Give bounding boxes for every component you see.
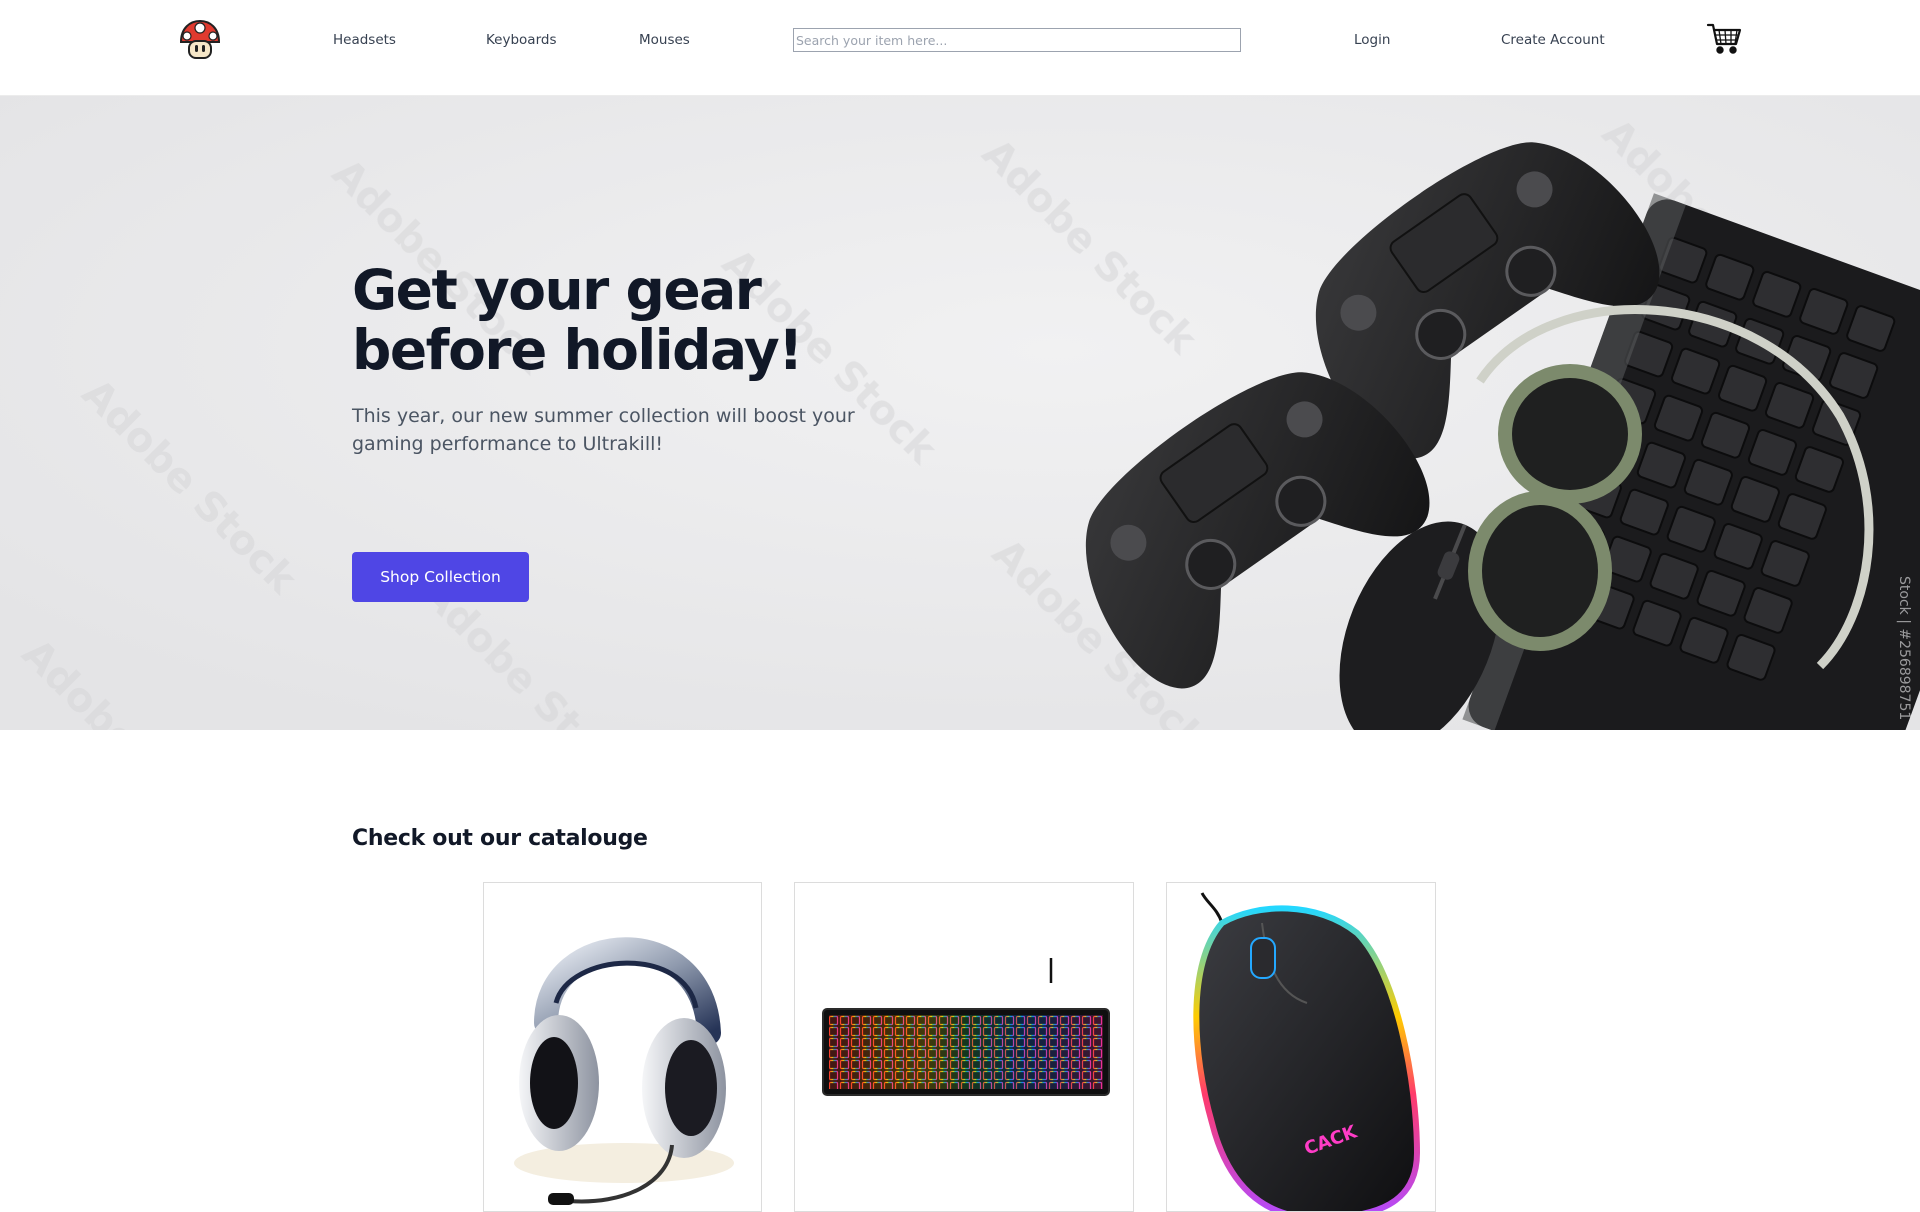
product-card-keyboard[interactable] xyxy=(794,882,1134,1212)
create-account-link[interactable]: Create Account xyxy=(1501,32,1605,48)
hero-gaming-gear-image: Adobe Stock Adobe Stock Adobe Stock Adob… xyxy=(0,96,1920,730)
hero-subtitle: This year, our new summer collection wil… xyxy=(352,405,855,455)
product-card-mouse[interactable]: CACK xyxy=(1166,882,1436,1212)
mushroom-logo-icon[interactable] xyxy=(178,18,222,62)
nav-link-headsets[interactable]: Headsets xyxy=(333,32,396,48)
stock-caption: Stock | #256898751 xyxy=(1896,576,1912,720)
catalogue-title: Check out our catalouge xyxy=(352,826,648,851)
hero-content: Get your gear before holiday! This year,… xyxy=(352,258,892,602)
hero-banner: Adobe Stock Adobe Stock Adobe Stock Adob… xyxy=(0,96,1920,730)
headset-icon xyxy=(514,937,734,1205)
nav-link-keyboards[interactable]: Keyboards xyxy=(486,32,557,48)
shopping-cart-icon[interactable] xyxy=(1706,20,1742,56)
gaming-mouse-icon: CACK xyxy=(1193,892,1421,1211)
nav-link-mouses[interactable]: Mouses xyxy=(639,32,690,48)
hero-title: Get your gear before holiday! xyxy=(352,258,803,382)
product-card-headset[interactable] xyxy=(483,882,762,1212)
search-input[interactable] xyxy=(793,28,1241,52)
login-link[interactable]: Login xyxy=(1354,32,1390,48)
shop-collection-button[interactable]: Shop Collection xyxy=(352,552,529,602)
top-navigation: Headsets Keyboards Mouses Login Create A… xyxy=(0,0,1920,96)
rgb-keyboard-icon xyxy=(822,958,1110,1096)
